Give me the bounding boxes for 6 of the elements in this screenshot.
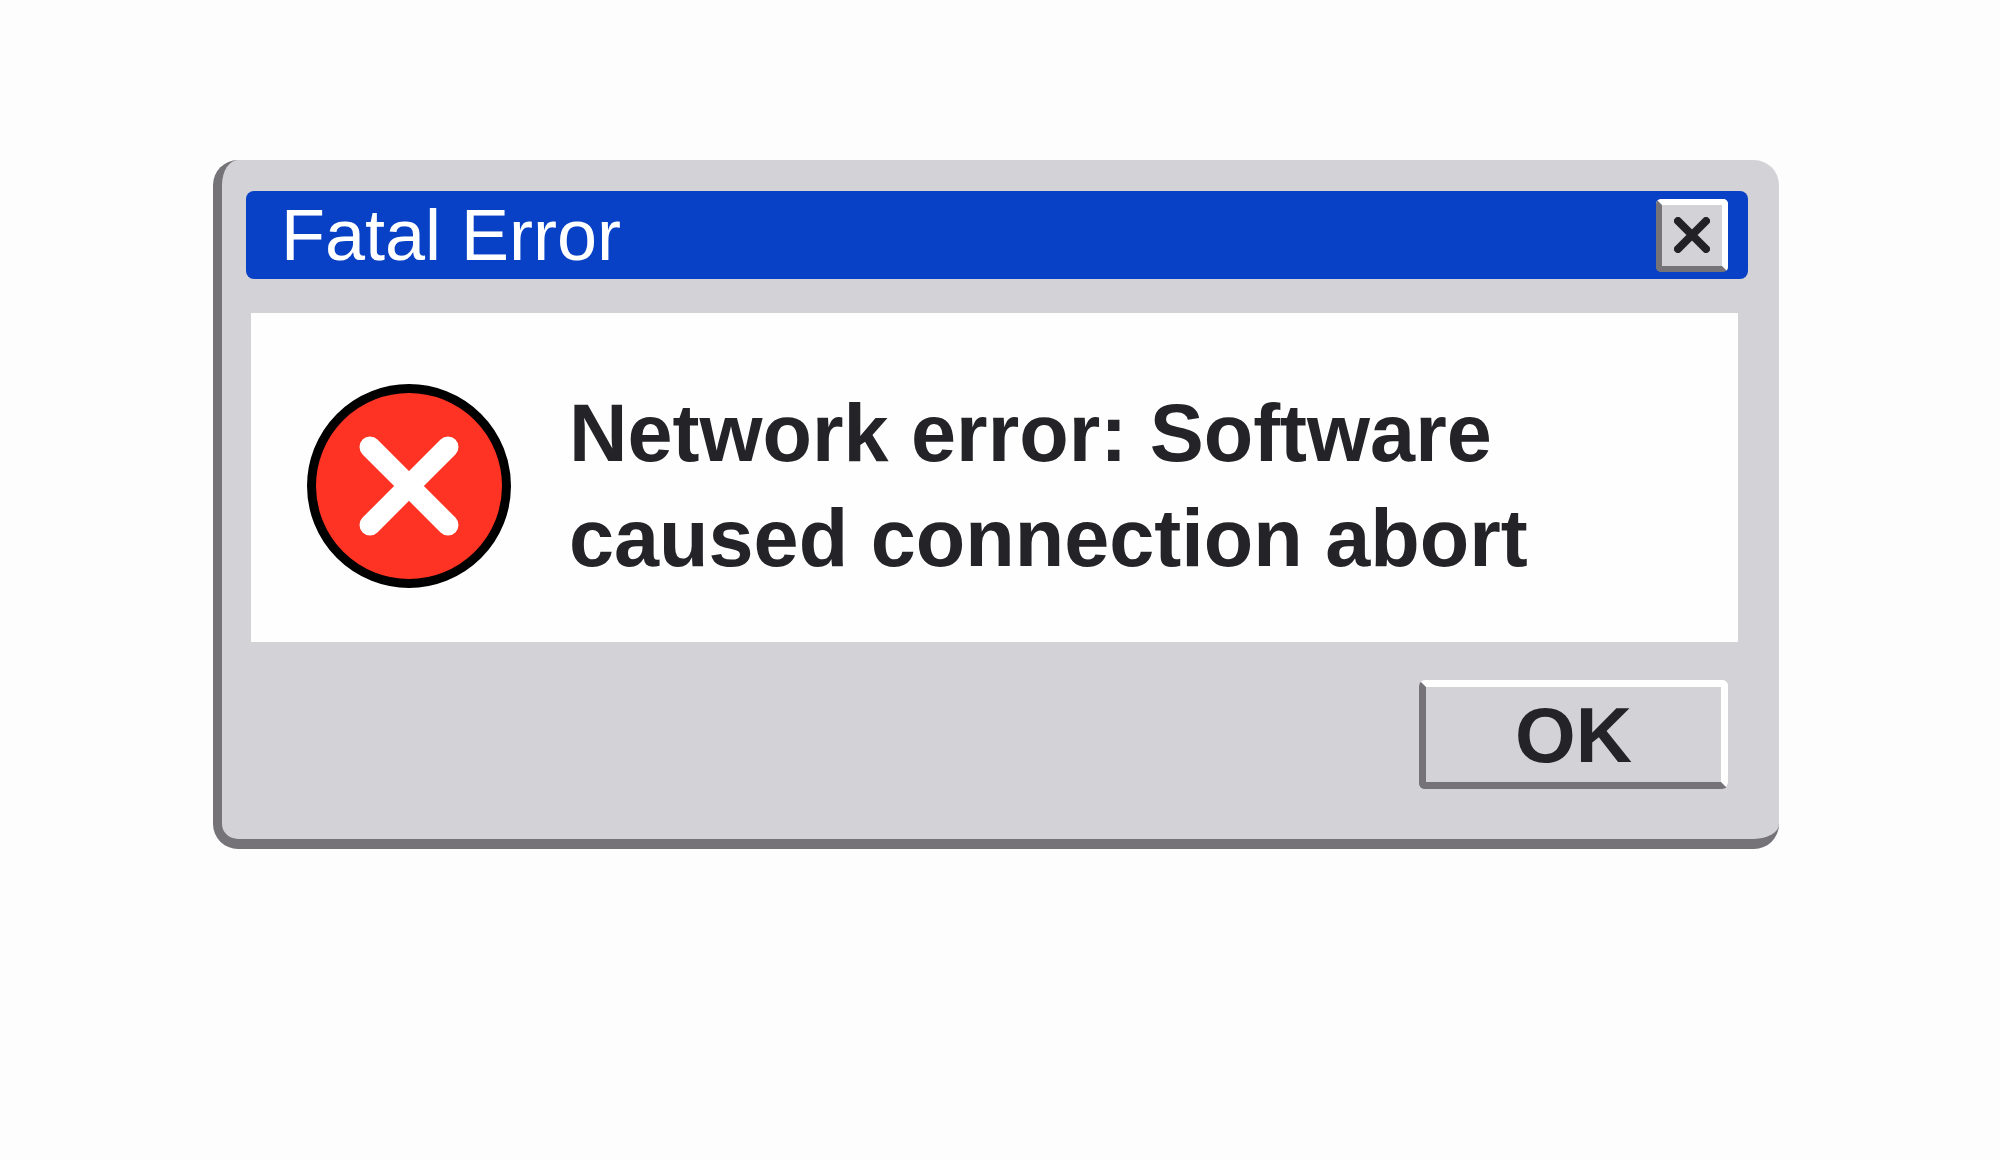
error-message: Network error: Software caused connection abort (569, 387, 1529, 585)
error-icon (307, 384, 511, 588)
ok-button[interactable]: OK (1419, 680, 1728, 789)
close-button[interactable] (1656, 198, 1728, 272)
close-icon (1674, 217, 1710, 253)
window-title: Fatal Error (281, 199, 622, 271)
